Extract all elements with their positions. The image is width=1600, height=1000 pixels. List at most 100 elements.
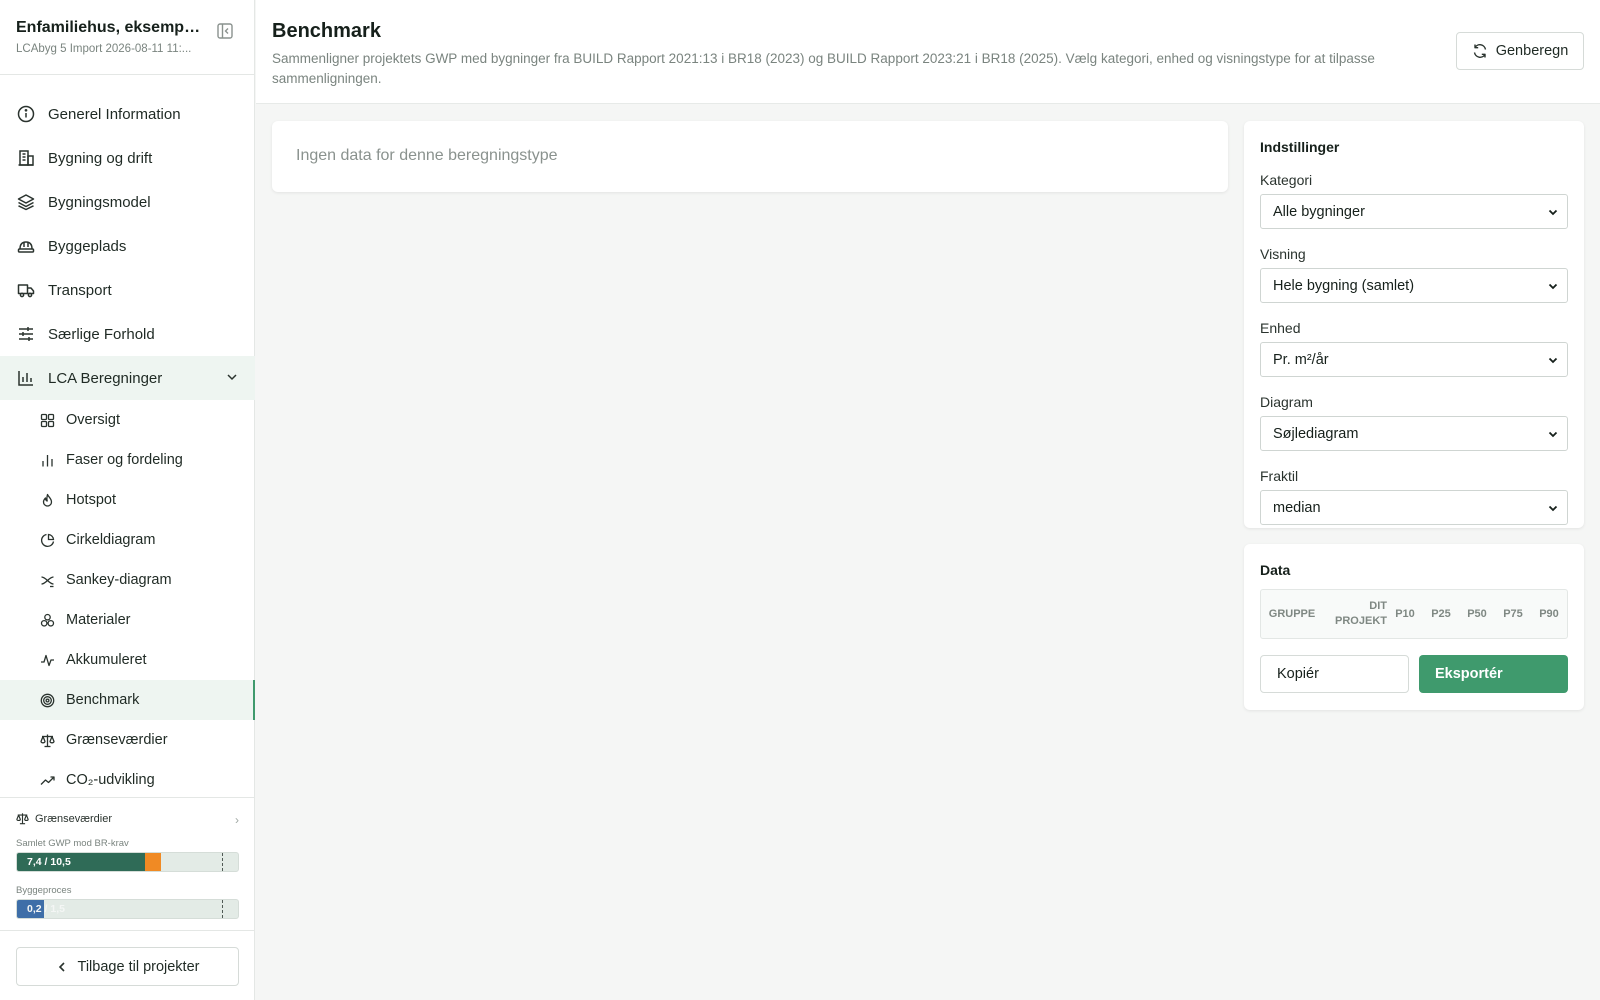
sliders-icon xyxy=(16,325,35,344)
nav-item-transport[interactable]: Transport xyxy=(0,268,255,312)
sub-item-label: Faser og fordeling xyxy=(66,452,183,468)
sub-item-oversigt[interactable]: Oversigt xyxy=(0,400,255,440)
kategori-label: Kategori xyxy=(1260,172,1313,188)
nav-item-saerlige-forhold[interactable]: Særlige Forhold xyxy=(0,312,255,356)
nav-label: Bygningsmodel xyxy=(48,193,151,211)
sub-item-materialer[interactable]: Materialer xyxy=(0,600,255,640)
process-bar-text: 0,2 / 1,5 xyxy=(27,903,65,915)
enhed-value: Pr. m²/år xyxy=(1273,352,1329,368)
fraktil-value: median xyxy=(1273,500,1321,516)
nav-item-bygning-og-drift[interactable]: Bygning og drift xyxy=(0,136,255,180)
hardhat-icon xyxy=(16,237,35,256)
settings-panel: Indstillinger Kategori Alle bygninger Vi… xyxy=(1244,121,1584,528)
layers-icon xyxy=(16,193,35,212)
column-header: P50 xyxy=(1467,607,1487,620)
visning-value: Hele bygning (samlet) xyxy=(1273,278,1415,294)
nav-item-bygningsmodel[interactable]: Bygningsmodel xyxy=(0,180,255,224)
sub-item-sankey-diagram[interactable]: Sankey-diagram xyxy=(0,560,255,600)
nav-group-lca-beregninger[interactable]: LCA Beregninger xyxy=(0,356,255,400)
visning-select[interactable]: Hele bygning (samlet) xyxy=(1260,268,1568,303)
export-button[interactable]: Eksportér xyxy=(1419,655,1568,693)
refresh-icon xyxy=(1472,43,1488,59)
nav-group-label: LCA Beregninger xyxy=(48,369,163,387)
chevron-down-icon xyxy=(1547,428,1559,440)
chevron-down-icon xyxy=(225,370,239,384)
nav-label: Generel Information xyxy=(48,105,181,123)
nav-item-byggeplads[interactable]: Byggeplads xyxy=(0,224,255,268)
settings-title: Indstillinger xyxy=(1260,139,1340,155)
limits-heading: Grænseværdier xyxy=(35,812,113,825)
sankey-icon xyxy=(39,572,55,588)
chevron-left-icon xyxy=(56,961,68,973)
limits-toggle[interactable]: Grænseværdier › xyxy=(16,812,239,827)
project-header: Enfamiliehus, eksempel... LCAbyg 5 Impor… xyxy=(0,0,254,75)
sub-item-label: Akkumuleret xyxy=(66,652,147,668)
trend-icon xyxy=(39,772,55,788)
nav-label: Særlige Forhold xyxy=(48,325,155,343)
sub-item-co2-udvikling[interactable]: CO₂-udvikling xyxy=(0,760,255,800)
regenerate-button[interactable]: Genberegn xyxy=(1456,32,1584,70)
nav-item-generel-information[interactable]: Generel Information xyxy=(0,92,255,136)
sidebar: Enfamiliehus, eksempel... LCAbyg 5 Impor… xyxy=(0,0,255,1000)
sub-item-akkumuleret[interactable]: Akkumuleret xyxy=(0,640,255,680)
activity-icon xyxy=(39,652,55,668)
main-nav: Generel Information Bygning og drift Byg… xyxy=(0,92,255,800)
back-to-projects-button[interactable]: Tilbage til projekter xyxy=(16,947,239,986)
visning-label: Visning xyxy=(1260,246,1306,262)
column-header: DIT PROJEKT xyxy=(1335,600,1387,627)
grid-icon xyxy=(39,412,55,428)
sub-item-graensevaerdier[interactable]: Grænseværdier xyxy=(0,720,255,760)
info-icon xyxy=(16,105,35,124)
kategori-value: Alle bygninger xyxy=(1273,204,1365,220)
kategori-select[interactable]: Alle bygninger xyxy=(1260,194,1568,229)
chevron-down-icon xyxy=(1547,502,1559,514)
chevron-down-icon xyxy=(1547,206,1559,218)
empty-state-message: Ingen data for denne beregningstype xyxy=(296,147,558,164)
process-progress-bar: 0,2 / 1,5 xyxy=(16,899,239,919)
column-header: P90 xyxy=(1539,607,1559,620)
sub-item-faser-og-fordeling[interactable]: Faser og fordeling xyxy=(0,440,255,480)
sub-item-benchmark[interactable]: Benchmark xyxy=(0,680,255,720)
page-header: Benchmark Sammenligner projektets GWP me… xyxy=(256,0,1600,104)
chevron-down-icon xyxy=(1547,354,1559,366)
bar-chart-icon xyxy=(16,369,35,388)
column-header: P10 xyxy=(1395,607,1415,620)
materials-icon xyxy=(39,612,55,628)
column-header: P75 xyxy=(1503,607,1523,620)
sub-item-label: Materialer xyxy=(66,612,131,628)
empty-state-card: Ingen data for denne beregningstype xyxy=(272,121,1228,192)
sub-item-label: CO₂-udvikling xyxy=(66,772,155,788)
project-title: Enfamiliehus, eksempel... xyxy=(16,19,202,36)
sub-item-label: Benchmark xyxy=(66,692,140,708)
enhed-select[interactable]: Pr. m²/år xyxy=(1260,342,1568,377)
enhed-label: Enhed xyxy=(1260,320,1301,336)
truck-icon xyxy=(16,281,35,300)
diagram-select[interactable]: Søjlediagram xyxy=(1260,416,1568,451)
gwp-bar-text: 7,4 / 10,5 xyxy=(27,856,71,868)
fraktil-select[interactable]: median xyxy=(1260,490,1568,525)
sub-item-label: Grænseværdier xyxy=(66,732,168,748)
pie-icon xyxy=(39,532,55,548)
nav-label: Transport xyxy=(48,281,112,299)
page-description: Sammenligner projektets GWP med bygninge… xyxy=(272,51,1375,86)
gwp-bar-label: Samlet GWP mod BR-krav xyxy=(16,838,129,849)
sub-item-label: Hotspot xyxy=(66,492,116,508)
sub-item-cirkeldiagram[interactable]: Cirkeldiagram xyxy=(0,520,255,560)
sub-item-hotspot[interactable]: Hotspot xyxy=(0,480,255,520)
limit-marker xyxy=(222,900,223,918)
regenerate-label: Genberegn xyxy=(1495,43,1569,59)
collapse-sidebar-icon[interactable] xyxy=(216,22,234,40)
diagram-value: Søjlediagram xyxy=(1273,426,1359,442)
data-actions: Kopiér Eksportér xyxy=(1260,655,1568,693)
sub-item-label: Oversigt xyxy=(66,412,120,428)
column-header: P25 xyxy=(1431,607,1451,620)
copy-button[interactable]: Kopiér xyxy=(1260,655,1409,693)
scale-icon xyxy=(16,812,29,825)
chevron-right-icon: › xyxy=(235,813,239,827)
sub-item-label: Cirkeldiagram xyxy=(66,532,156,548)
column-header: GRUPPE xyxy=(1268,607,1316,620)
page-title: Benchmark xyxy=(272,20,381,42)
data-table-header: GRUPPE DIT PROJEKT P10 P25 P50 P75 P90 xyxy=(1260,589,1568,639)
data-panel: Data GRUPPE DIT PROJEKT P10 P25 P50 P75 … xyxy=(1244,544,1584,710)
target-icon xyxy=(39,692,55,708)
